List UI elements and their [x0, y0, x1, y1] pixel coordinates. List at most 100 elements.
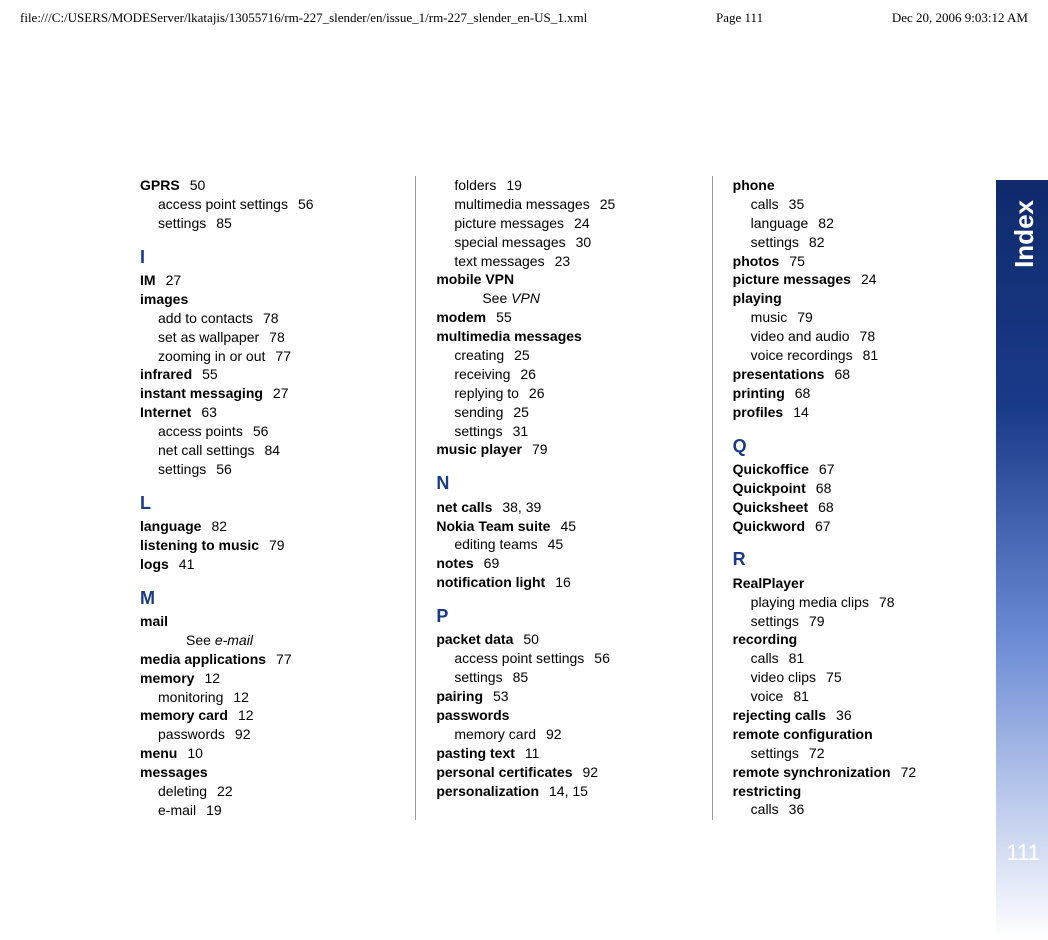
index-letter: L — [140, 491, 395, 515]
index-entry: Quicksheet68 — [733, 498, 988, 517]
index-sub: folders19 — [436, 176, 691, 195]
index-entry: messages — [140, 763, 395, 782]
index-sub: multimedia messages25 — [436, 195, 691, 214]
index-entry: notification light16 — [436, 573, 691, 592]
index-body: GPRS50 access point settings56 settings8… — [0, 36, 1048, 820]
index-sub: settings85 — [140, 214, 395, 233]
index-sub: special messages30 — [436, 233, 691, 252]
index-entry: media applications77 — [140, 650, 395, 669]
index-sub: deleting22 — [140, 782, 395, 801]
index-entry: personalization14, 15 — [436, 782, 691, 801]
index-entry: logs41 — [140, 555, 395, 574]
index-sub: editing teams45 — [436, 535, 691, 554]
page-indicator: Page 111 — [716, 10, 763, 26]
index-entry: rejecting calls36 — [733, 706, 988, 725]
index-entry: IM27 — [140, 271, 395, 290]
index-sub: voice recordings81 — [733, 346, 988, 365]
index-entry: profiles14 — [733, 403, 988, 422]
index-letter: I — [140, 245, 395, 269]
index-entry: memory card12 — [140, 706, 395, 725]
index-sub: calls36 — [733, 800, 988, 819]
index-column-1: GPRS50 access point settings56 settings8… — [120, 176, 415, 820]
index-entry: playing — [733, 289, 988, 308]
index-sub: access points56 — [140, 422, 395, 441]
index-sub: zooming in or out77 — [140, 347, 395, 366]
index-sub: picture messages24 — [436, 214, 691, 233]
index-sub: language82 — [733, 214, 988, 233]
index-column-2: folders19 multimedia messages25 picture … — [415, 176, 711, 820]
index-sub: text messages23 — [436, 252, 691, 271]
index-letter: R — [733, 547, 988, 571]
index-letter: Q — [733, 434, 988, 458]
index-sub: video clips75 — [733, 668, 988, 687]
index-sub: net call settings84 — [140, 441, 395, 460]
index-entry: passwords — [436, 706, 691, 725]
index-entry: remote configuration — [733, 725, 988, 744]
index-entry: Internet63 — [140, 403, 395, 422]
index-entry: packet data50 — [436, 630, 691, 649]
index-sub: set as wallpaper78 — [140, 328, 395, 347]
index-entry: phone — [733, 176, 988, 195]
index-entry: menu10 — [140, 744, 395, 763]
index-sub: add to contacts78 — [140, 309, 395, 328]
index-entry: Quickword67 — [733, 517, 988, 536]
index-sub: creating25 — [436, 346, 691, 365]
index-sub: e-mail19 — [140, 801, 395, 820]
index-sub: settings79 — [733, 612, 988, 631]
index-sub: voice81 — [733, 687, 988, 706]
index-entry: Quickoffice67 — [733, 460, 988, 479]
index-entry: net calls38, 39 — [436, 498, 691, 517]
datetime: Dec 20, 2006 9:03:12 AM — [892, 10, 1028, 26]
index-entry: mobile VPN — [436, 270, 691, 289]
index-sub: passwords92 — [140, 725, 395, 744]
index-sub: access point settings56 — [140, 195, 395, 214]
index-sub: playing media clips78 — [733, 593, 988, 612]
index-sub: settings82 — [733, 233, 988, 252]
index-entry: language82 — [140, 517, 395, 536]
index-entry: Nokia Team suite45 — [436, 517, 691, 536]
index-entry: mail — [140, 612, 395, 631]
index-sub: sending25 — [436, 403, 691, 422]
index-column-3: phone calls35 language82 settings82 phot… — [712, 176, 1008, 820]
index-entry: recording — [733, 630, 988, 649]
index-sub: settings31 — [436, 422, 691, 441]
index-letter: N — [436, 471, 691, 495]
index-entry: presentations68 — [733, 365, 988, 384]
index-entry: Quickpoint68 — [733, 479, 988, 498]
index-entry: infrared55 — [140, 365, 395, 384]
page-header: file:///C:/USERS/MODEServer/lkatajis/130… — [0, 0, 1048, 36]
index-sub: access point settings56 — [436, 649, 691, 668]
index-letter: M — [140, 586, 395, 610]
index-entry: notes69 — [436, 554, 691, 573]
index-sub: calls35 — [733, 195, 988, 214]
index-entry: RealPlayer — [733, 574, 988, 593]
index-entry: picture messages24 — [733, 270, 988, 289]
index-sub: settings85 — [436, 668, 691, 687]
index-entry: personal certificates92 — [436, 763, 691, 782]
index-see: See e-mail — [140, 631, 395, 650]
index-entry: pairing53 — [436, 687, 691, 706]
index-entry: GPRS50 — [140, 176, 395, 195]
index-entry: listening to music79 — [140, 536, 395, 555]
index-sub: settings72 — [733, 744, 988, 763]
index-entry: modem55 — [436, 308, 691, 327]
index-entry: memory12 — [140, 669, 395, 688]
index-entry: remote synchronization72 — [733, 763, 988, 782]
index-entry: music player79 — [436, 440, 691, 459]
page-number: 111 — [1007, 840, 1040, 866]
index-sub: video and audio78 — [733, 327, 988, 346]
index-sub: music79 — [733, 308, 988, 327]
index-entry: printing68 — [733, 384, 988, 403]
index-entry: pasting text11 — [436, 744, 691, 763]
index-sub: replying to26 — [436, 384, 691, 403]
index-entry: multimedia messages — [436, 327, 691, 346]
index-entry: photos75 — [733, 252, 988, 271]
index-entry: instant messaging27 — [140, 384, 395, 403]
index-letter: P — [436, 604, 691, 628]
index-sub: settings56 — [140, 460, 395, 479]
index-sub: calls81 — [733, 649, 988, 668]
index-sub: monitoring12 — [140, 688, 395, 707]
index-entry: restricting — [733, 782, 988, 801]
file-path: file:///C:/USERS/MODEServer/lkatajis/130… — [20, 10, 587, 26]
index-sub: memory card92 — [436, 725, 691, 744]
